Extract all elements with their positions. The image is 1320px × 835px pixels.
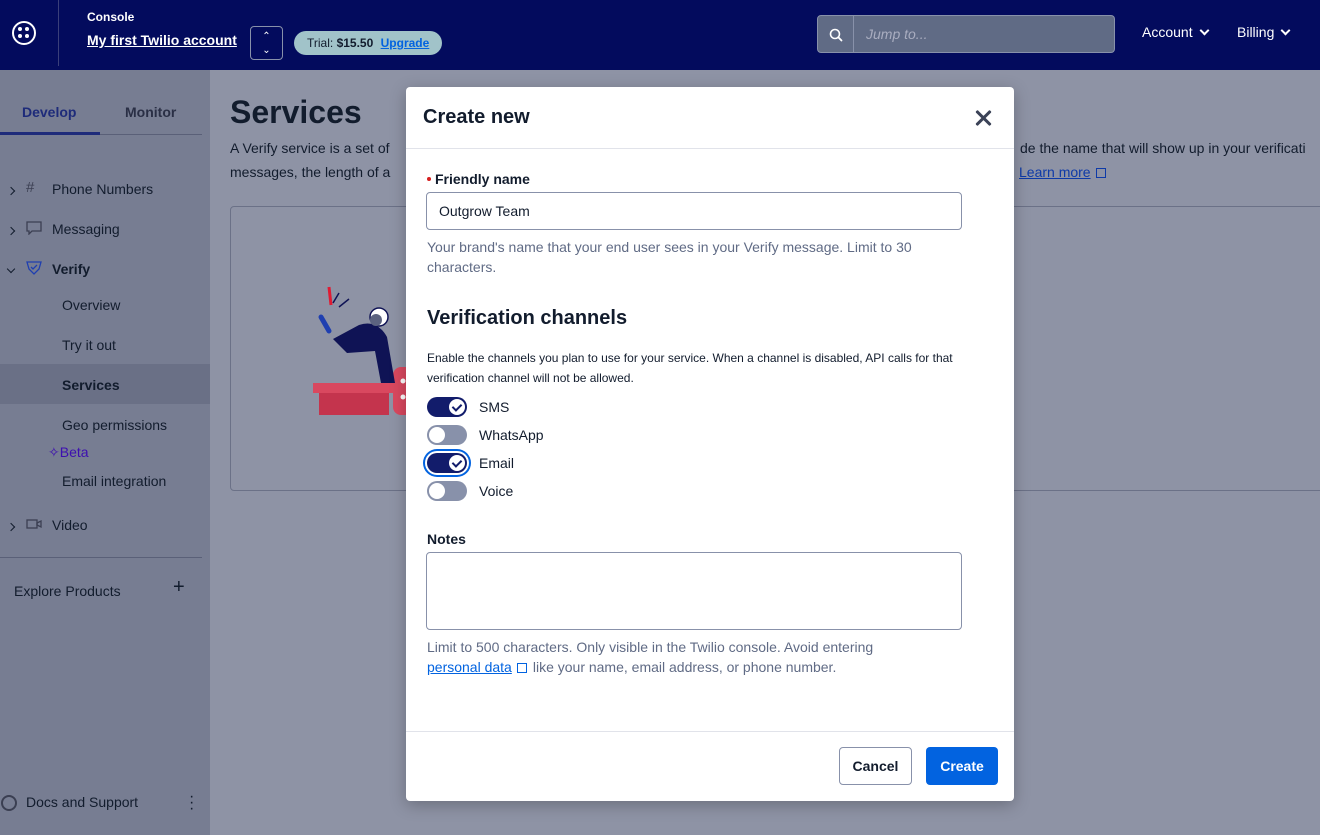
top-bar: Console My first Twilio account ⌃ ⌄ Trial…	[0, 0, 1320, 70]
search-icon	[829, 28, 843, 42]
trial-amount: $15.50	[336, 36, 374, 50]
account-name-link[interactable]: My first Twilio account	[87, 32, 237, 48]
notes-help-end: like your name, email address, or phone …	[532, 659, 837, 675]
chevron-down-icon	[1199, 25, 1210, 36]
console-label: Console	[87, 10, 135, 24]
notes-textarea[interactable]	[426, 552, 962, 630]
twilio-logo-icon[interactable]	[12, 21, 36, 45]
toggle-knob	[429, 483, 445, 499]
jump-to-search-input[interactable]	[854, 15, 1115, 53]
whatsapp-label: WhatsApp	[479, 427, 544, 443]
close-icon[interactable]	[970, 105, 996, 131]
footer-divider	[406, 731, 1014, 732]
required-indicator	[427, 177, 431, 181]
trial-prefix: Trial:	[307, 36, 334, 50]
chevron-up-down-icon: ⌃ ⌄	[262, 31, 271, 56]
notes-label: Notes	[427, 531, 466, 547]
create-button[interactable]: Create	[926, 747, 998, 785]
notes-help-start: Limit to 500 characters. Only visible in…	[427, 639, 874, 655]
search-button[interactable]	[817, 15, 854, 53]
billing-menu[interactable]: Billing	[1237, 24, 1291, 40]
toggle-knob	[429, 427, 445, 443]
chevron-down-icon	[1280, 25, 1291, 36]
account-menu[interactable]: Account	[1142, 24, 1210, 40]
email-toggle[interactable]	[427, 453, 467, 473]
cancel-button[interactable]: Cancel	[839, 747, 912, 785]
upgrade-link[interactable]: Upgrade	[381, 36, 430, 50]
sms-label: SMS	[479, 399, 510, 415]
voice-label: Voice	[479, 483, 514, 499]
check-icon	[449, 455, 465, 471]
sms-toggle[interactable]	[427, 397, 467, 417]
notes-help-text: Limit to 500 characters. Only visible in…	[427, 637, 987, 677]
friendly-name-input[interactable]	[426, 192, 962, 230]
account-switcher-button[interactable]: ⌃ ⌄	[250, 26, 283, 60]
personal-data-link[interactable]: personal data	[427, 659, 512, 675]
verification-channels-description: Enable the channels you plan to use for …	[427, 351, 953, 385]
topbar-divider	[58, 0, 59, 66]
header-divider	[406, 148, 1014, 149]
billing-menu-label: Billing	[1237, 24, 1275, 40]
create-service-dialog: Create new Friendly name Your brand's na…	[406, 87, 1014, 801]
email-label: Email	[479, 455, 515, 471]
whatsapp-toggle[interactable]	[427, 425, 467, 445]
friendly-name-help-text: Your brand's name that your end user see…	[427, 239, 912, 275]
friendly-name-label: Friendly name	[435, 171, 530, 187]
check-icon	[449, 399, 465, 415]
voice-toggle[interactable]	[427, 481, 467, 501]
account-menu-label: Account	[1142, 24, 1193, 40]
verification-channels-heading: Verification channels	[427, 307, 628, 329]
dialog-title: Create new	[423, 106, 530, 128]
trial-badge: Trial: $15.50 Upgrade	[294, 31, 443, 55]
external-link-icon	[516, 663, 527, 673]
